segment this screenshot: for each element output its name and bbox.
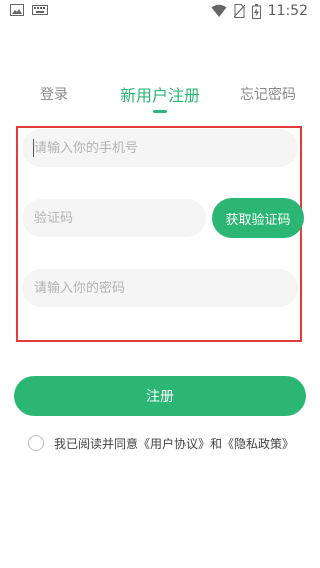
agreement-text[interactable]: 我已阅读并同意《用户协议》和《隐私政策》 <box>54 435 294 452</box>
get-code-button[interactable]: 获取验证码 <box>212 198 304 238</box>
picture-icon <box>10 4 24 16</box>
phone-input[interactable] <box>22 129 298 167</box>
register-button[interactable]: 注册 <box>14 376 306 416</box>
password-input[interactable] <box>22 269 298 307</box>
tab-register[interactable]: 新用户注册 <box>120 82 200 106</box>
active-tab-indicator <box>153 110 167 113</box>
battery-charging-icon <box>251 3 261 19</box>
agreement-checkbox[interactable] <box>28 435 44 451</box>
keyboard-icon <box>32 5 48 15</box>
auth-tabs: 登录 新用户注册 忘记密码 <box>0 80 320 120</box>
status-right-icons: 11:52 <box>211 3 308 19</box>
status-left-icons <box>10 4 48 16</box>
agreement-row: 我已阅读并同意《用户协议》和《隐私政策》 <box>28 432 294 454</box>
status-bar: 11:52 <box>0 0 320 24</box>
tab-forgot-password[interactable]: 忘记密码 <box>240 84 296 104</box>
verification-code-input[interactable] <box>22 199 206 237</box>
status-time: 11:52 <box>267 3 308 19</box>
text-cursor <box>33 139 34 157</box>
wifi-icon <box>211 4 227 17</box>
no-sim-icon <box>233 4 245 18</box>
tab-login[interactable]: 登录 <box>40 84 68 104</box>
